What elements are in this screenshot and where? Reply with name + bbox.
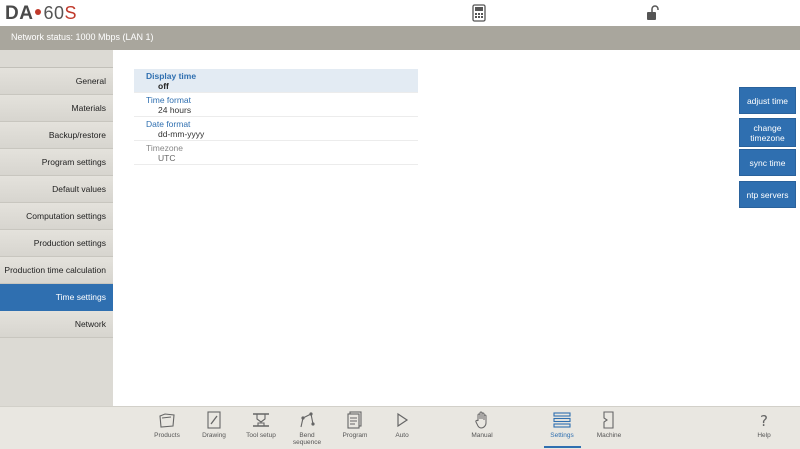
setting-value: dd-mm-yyyy xyxy=(158,129,205,139)
setting-row-time-format[interactable]: Time format 24 hours xyxy=(134,93,418,117)
program-icon xyxy=(347,411,362,429)
toolbar-machine[interactable]: Machine xyxy=(589,410,629,449)
play-icon xyxy=(397,412,409,428)
toolbar-settings[interactable]: Settings xyxy=(542,410,582,449)
sidebar-item-network[interactable]: Network xyxy=(0,311,113,338)
toolbar-label: Manual xyxy=(471,432,493,439)
unlocked-padlock-icon[interactable] xyxy=(646,5,660,21)
svg-text:?: ? xyxy=(760,412,768,430)
toolbar-label: Drawing xyxy=(202,432,226,439)
tool-setup-icon xyxy=(253,413,269,427)
toolbar-tool-setup[interactable]: Tool setup xyxy=(241,410,281,449)
toolbar-bend-sequence[interactable]: Bend sequence xyxy=(287,410,327,449)
sidebar-item-production-time-calculation[interactable]: Production time calculation xyxy=(0,257,113,284)
toolbar-products[interactable]: Products xyxy=(147,410,187,449)
logo-dot xyxy=(35,9,42,16)
logo-prefix: DA xyxy=(5,3,34,24)
sidebar-item-default-values[interactable]: Default values xyxy=(0,176,113,203)
sidebar-item-production-settings[interactable]: Production settings xyxy=(0,230,113,257)
sidebar-item-backup-restore[interactable]: Backup/restore xyxy=(0,122,113,149)
toolbar-label: Bend sequence xyxy=(292,432,322,446)
setting-label: Date format xyxy=(146,119,191,129)
setting-row-timezone[interactable]: Timezone UTC xyxy=(134,141,418,165)
settings-sidebar: General Materials Backup/restore Program… xyxy=(0,50,113,406)
machine-icon xyxy=(603,411,614,429)
app-header: DA 60S xyxy=(0,0,800,26)
sidebar-item-general[interactable]: General xyxy=(0,68,113,95)
calculator-icon[interactable] xyxy=(472,4,486,22)
setting-value: UTC xyxy=(158,153,176,163)
toolbar-label: Help xyxy=(757,432,771,439)
toolbar-auto[interactable]: Auto xyxy=(382,410,422,449)
sidebar-item-time-settings[interactable]: Time settings xyxy=(0,284,113,311)
setting-row-display-time[interactable]: Display time off xyxy=(134,69,418,93)
setting-label: Timezone xyxy=(146,143,184,153)
bend-sequence-icon xyxy=(300,412,315,428)
sync-time-button[interactable]: sync time xyxy=(739,149,796,176)
toolbar-label: Settings xyxy=(550,432,574,439)
sidebar-item-materials[interactable]: Materials xyxy=(0,95,113,122)
sidebar-item-computation-settings[interactable]: Computation settings xyxy=(0,203,113,230)
ntp-servers-button[interactable]: ntp servers xyxy=(739,181,796,208)
toolbar-label: Auto xyxy=(395,432,409,439)
time-settings-list: Display time off Time format 24 hours Da… xyxy=(134,69,418,165)
help-icon: ? xyxy=(760,412,768,430)
change-timezone-button[interactable]: change timezone xyxy=(739,118,796,147)
drawing-icon xyxy=(207,411,221,429)
toolbar-help[interactable]: ? Help xyxy=(744,410,784,449)
logo-model: 60 xyxy=(43,3,65,23)
toolbar-program[interactable]: Program xyxy=(335,410,375,449)
app-logo: DA 60S xyxy=(5,3,77,24)
setting-row-date-format[interactable]: Date format dd-mm-yyyy xyxy=(134,117,418,141)
settings-list-icon xyxy=(553,412,571,428)
toolbar-label: Tool setup xyxy=(246,432,276,439)
network-status-bar: Network status: 1000 Mbps (LAN 1) xyxy=(0,26,800,50)
toolbar-label: Products xyxy=(154,432,180,439)
bottom-toolbar: Products Drawing Tool setup Bend sequenc… xyxy=(0,406,800,449)
sidebar-item-program-settings[interactable]: Program settings xyxy=(0,149,113,176)
logo-suffix: S xyxy=(64,3,77,23)
toolbar-manual[interactable]: Manual xyxy=(462,410,502,449)
toolbar-label: Machine xyxy=(596,432,622,439)
adjust-time-button[interactable]: adjust time xyxy=(739,87,796,114)
network-status-text: Network status: 1000 Mbps (LAN 1) xyxy=(11,32,154,42)
toolbar-label: Program xyxy=(342,432,368,439)
active-tab-underline xyxy=(544,446,581,448)
toolbar-drawing[interactable]: Drawing xyxy=(194,410,234,449)
setting-label: Display time xyxy=(146,71,197,81)
hand-icon xyxy=(475,411,487,429)
setting-value: off xyxy=(158,81,169,91)
setting-value: 24 hours xyxy=(158,105,192,115)
products-icon xyxy=(159,413,175,428)
setting-label: Time format xyxy=(146,95,192,105)
sidebar-spacer xyxy=(0,50,113,68)
